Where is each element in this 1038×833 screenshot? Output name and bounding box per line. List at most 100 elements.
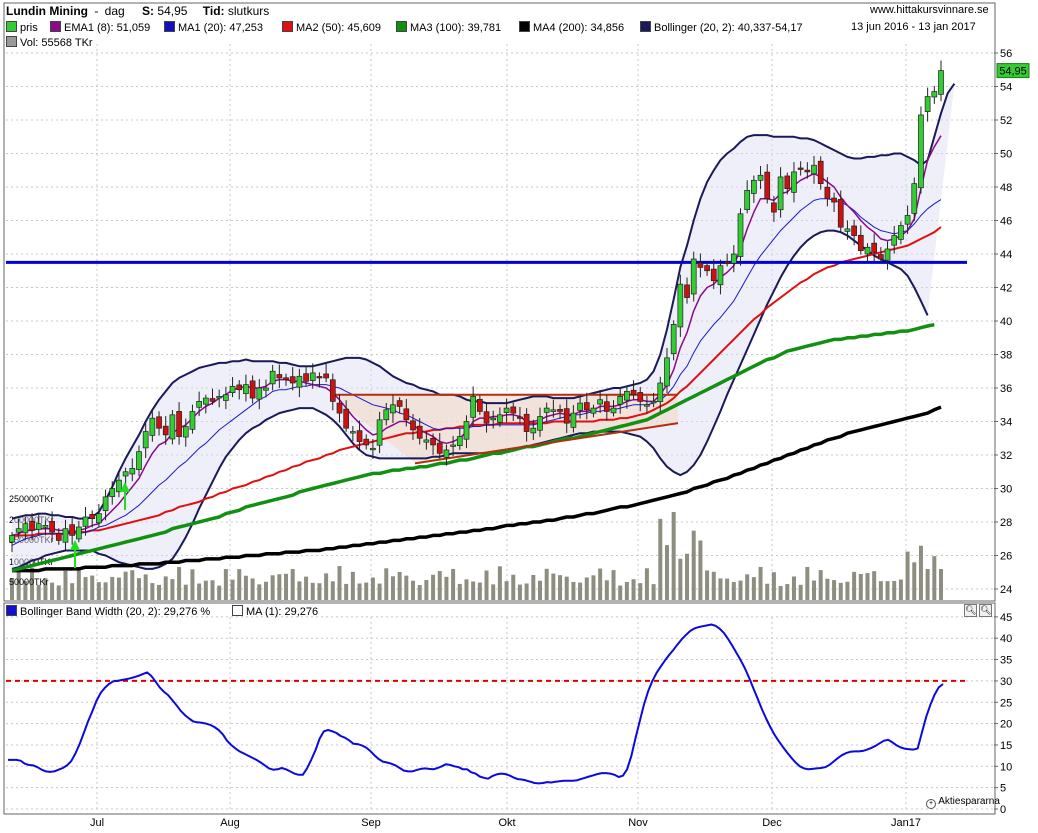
candle-body [724,261,730,264]
y-tick-label: 45 [1000,612,1012,624]
volume-bar [223,569,228,600]
volume-bar [497,566,502,600]
legend-band-width-ma: MA (1): 29,276 [232,605,318,618]
zoom-in-icon[interactable]: 🔍︎ [964,604,977,617]
candle-body [216,396,223,399]
volume-bar [558,575,563,600]
volume-bar [411,580,416,600]
candle-body [737,213,744,257]
volume-bar [110,576,115,600]
volume-bar [290,568,295,600]
volume-bar [785,584,790,600]
candle-body [363,438,370,446]
volume-bar [504,581,509,600]
candle-body [182,426,189,438]
zoom-out-icon[interactable]: 🔍︎ [979,604,992,617]
candle-body [563,408,570,424]
candle-body [924,96,931,112]
legend-label: Bollinger (20, 2): 40,337-54,17 [654,22,803,34]
volume-bar [284,573,289,600]
volume-bar [76,567,81,600]
candle-body [517,416,523,419]
volume-bar [624,581,629,600]
volume-bar [457,583,462,600]
volume-bar [905,551,910,600]
candle-body [323,373,329,379]
legend-swatch [640,21,651,32]
candle-body [824,186,831,200]
volume-bar [858,573,863,600]
volume-bar [705,570,710,600]
date-range: 13 jun 2016 - 13 jan 2017 [851,21,976,33]
y-tick-label: 20 [1000,719,1012,731]
candle-body [537,416,543,431]
candle-body [617,396,624,405]
volume-bar [671,512,676,600]
candle-body [837,199,844,228]
candle-body [62,528,69,543]
legend-swatch [6,36,17,47]
volume-bar [551,573,556,600]
volume-bar [791,576,796,600]
volume-bar [197,583,202,600]
volume-bar [230,579,235,600]
volume-bar [190,569,195,600]
candle-body [557,408,563,412]
volume-bar [524,583,529,600]
legend-band-width: Bollinger Band Width (20, 2): 29,276 % [6,605,210,618]
candle-body [884,248,891,261]
candle-body [450,444,456,447]
volume-bar [210,580,215,600]
volume-bar [725,578,730,600]
x-tick-label: Jan17 [891,817,921,829]
volume-bar [812,580,817,600]
legend-swatch [232,605,243,616]
volume-bar [691,530,696,600]
volume-bar [718,578,723,600]
y-tick-label: 54 [1000,82,1012,94]
candle-body [370,447,376,451]
volume-bar [825,578,830,600]
volume-bar [765,583,770,600]
candle-body [811,164,817,175]
y-tick-label: 30 [1000,676,1012,688]
candle-body [390,404,396,414]
candle-body [664,357,670,387]
volume-bar [397,571,402,600]
volume-bar [544,568,549,600]
candle-body [69,524,76,536]
volume-bar [778,585,783,600]
candle-body [202,397,209,405]
indicator-panel-frame [3,602,996,815]
volume-bar [644,568,649,600]
volume-bar [618,585,623,600]
legend-ma2: MA2 (50): 45,609 [282,21,381,34]
legend-ma3: MA3 (100): 39,781 [396,21,501,34]
legend-ema1: EMA1 (8): 51,059 [50,21,150,34]
volume-bar [90,575,95,600]
legend-ma4: MA4 (200): 34,856 [519,21,624,34]
volume-bar [250,578,255,600]
candle-body [289,376,296,384]
candle-body [122,471,129,477]
candle-body [590,407,597,414]
volume-bar [50,582,55,600]
volume-bar [116,577,121,600]
volume-bar [845,581,850,600]
legend-label: MA1 (20): 47,253 [178,22,263,34]
y-tick-label: 35 [1000,655,1012,667]
volume-bar [123,571,128,600]
candle-body [543,407,550,413]
candle-body [243,384,249,394]
candle-body [196,401,202,408]
y-tick-label: 26 [1000,551,1012,563]
y-tick-label: 25 [1000,697,1012,709]
volume-bar [898,579,903,600]
candle-body [443,449,450,458]
candle-body [670,324,677,355]
volume-bar [377,583,382,600]
instrument-name: Lundin Mining [6,4,88,18]
volume-bar [464,579,469,600]
time-label: Tid: [202,4,225,18]
volume-bar [417,585,422,600]
